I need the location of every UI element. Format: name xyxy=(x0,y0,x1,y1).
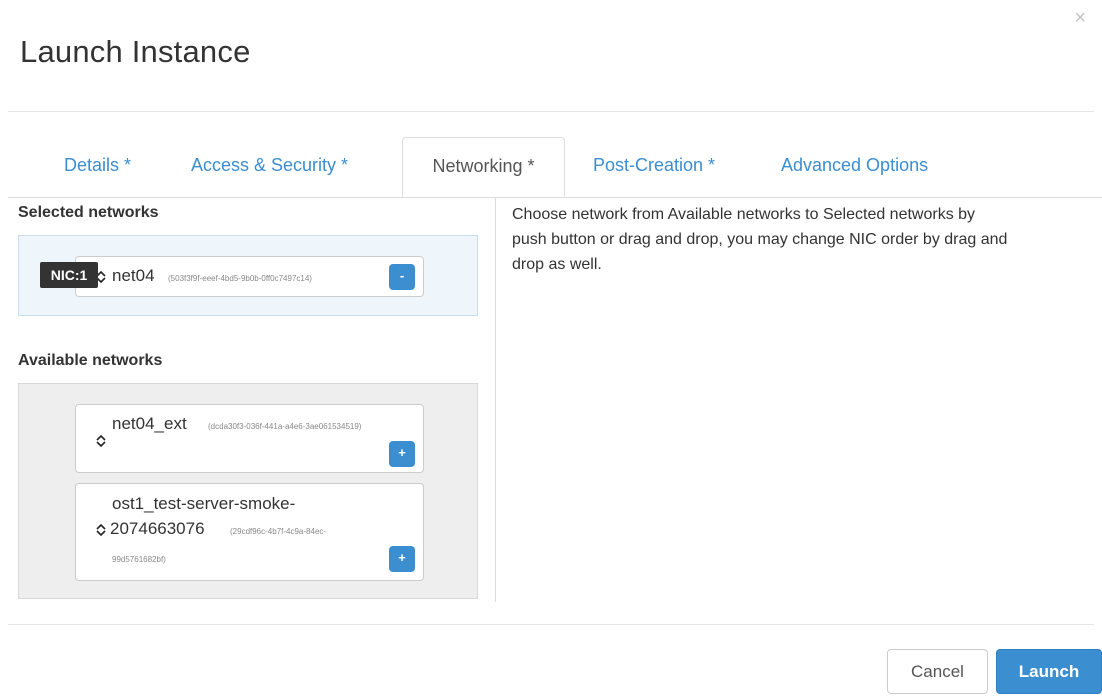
networking-help-text: Choose network from Available networks t… xyxy=(512,206,1008,273)
launch-button[interactable]: Launch xyxy=(996,649,1102,694)
network-id-part1: (29cdf96c-4b7f-4c9a-84ec- xyxy=(230,527,327,536)
close-icon[interactable]: × xyxy=(1074,8,1086,28)
tab-networking[interactable]: Networking * xyxy=(402,137,565,197)
tab-details[interactable]: Details * xyxy=(64,155,131,176)
footer-divider xyxy=(8,624,1094,625)
add-network-button[interactable]: + xyxy=(389,546,415,572)
tab-post-creation[interactable]: Post-Creation * xyxy=(593,155,715,176)
available-network-card-ost1-test-server-smoke[interactable]: ost1_test-server-smoke- 2074663076 (29cd… xyxy=(75,483,424,581)
available-network-card-net04-ext[interactable]: net04_ext (dcda30f3-036f-441a-a4e6-3ae06… xyxy=(75,404,424,473)
sort-arrows-icon[interactable] xyxy=(96,434,106,450)
header-divider xyxy=(8,111,1094,112)
remove-network-button[interactable]: - xyxy=(389,264,415,290)
network-name: net04_ext xyxy=(112,414,187,433)
available-networks-label: Available networks xyxy=(18,352,163,369)
nic-badge: NIC:1 xyxy=(40,262,98,288)
dialog-title: Launch Instance xyxy=(20,34,251,69)
tab-underline xyxy=(8,197,1102,198)
tab-advanced-options[interactable]: Advanced Options xyxy=(781,155,928,176)
available-networks-dropzone[interactable]: net04_ext (dcda30f3-036f-441a-a4e6-3ae06… xyxy=(18,383,478,599)
cancel-button[interactable]: Cancel xyxy=(887,649,988,694)
selected-network-card-net04[interactable]: net04 (503f3f9f-eeef-4bd5-9b0b-0ff0c7497… xyxy=(75,256,424,297)
network-name: net04 xyxy=(112,266,155,285)
network-id: (503f3f9f-eeef-4bd5-9b0b-0ff0c7497c14) xyxy=(168,274,312,283)
network-name-line2: 2074663076 xyxy=(110,519,205,538)
tab-access-security[interactable]: Access & Security * xyxy=(191,155,348,176)
network-id: (dcda30f3-036f-441a-a4e6-3ae061534519) xyxy=(208,422,362,431)
sort-arrows-icon[interactable] xyxy=(96,523,106,539)
tab-bar: Details * Access & Security * Networking… xyxy=(0,137,1102,198)
add-network-button[interactable]: + xyxy=(389,441,415,467)
column-divider xyxy=(495,198,496,602)
network-name-line1: ost1_test-server-smoke- xyxy=(112,494,296,513)
selected-networks-label: Selected networks xyxy=(18,204,159,221)
network-id-part2: 99d5761682bf) xyxy=(112,555,166,564)
